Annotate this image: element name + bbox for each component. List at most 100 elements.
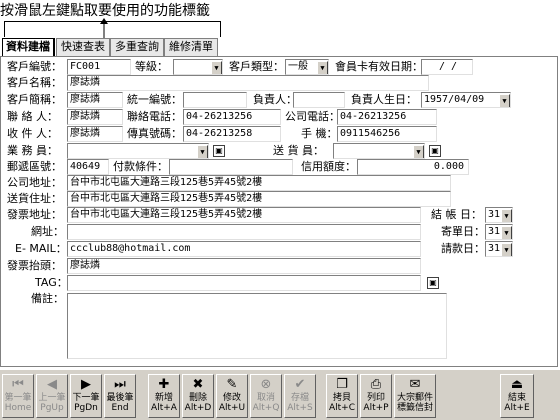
closing-day-value: 31: [488, 209, 501, 220]
chevron-down-icon[interactable]: ▼: [499, 94, 510, 107]
grade-select[interactable]: ▼: [173, 59, 223, 75]
website-label: 網址：: [31, 225, 64, 238]
exit-icon: ⏏: [510, 377, 524, 392]
cancel-icon: ⊗: [260, 377, 272, 392]
short-name-field[interactable]: 廖誌燐: [67, 92, 123, 108]
owner-field[interactable]: [293, 92, 345, 108]
toolbar-button-shortcut: End: [111, 403, 129, 413]
payment-day-value: 31: [488, 243, 501, 254]
sales-select[interactable]: ▼: [67, 143, 209, 159]
payment-terms-field[interactable]: [169, 159, 293, 175]
chevron-down-icon[interactable]: ▼: [197, 145, 208, 158]
toolbar-button-label: 新增: [154, 393, 173, 403]
toolbar-button-cancel[interactable]: ⊗ 取消 Alt+Q: [250, 374, 282, 418]
toolbar-button-first-record[interactable]: ⏮ 第一筆 Home: [2, 374, 34, 418]
receiver-field[interactable]: 廖誌燐: [67, 126, 123, 142]
email-field[interactable]: ccclub88@hotmail.com: [67, 241, 421, 257]
credit-label: 信用額度：: [301, 160, 356, 173]
receiver-label: 收 件 人：: [7, 127, 58, 140]
credit-field[interactable]: 0.000: [357, 159, 469, 175]
customer-id-field[interactable]: FC001: [67, 59, 131, 75]
invoice-title-field[interactable]: 廖誌燐: [67, 258, 421, 274]
toolbar-button-shortcut: 標籤信封: [396, 403, 433, 413]
prev-record-icon: ◀: [47, 377, 57, 392]
toolbar-button-save[interactable]: ✔ 存檔 Alt+S: [284, 374, 316, 418]
grade-label: 等級：: [135, 60, 168, 73]
contact-phone-field[interactable]: 04-26213256: [183, 109, 281, 125]
delivery-addr-field[interactable]: 台中市北屯區大連路三段125巷5弄45號2樓: [67, 191, 451, 207]
toolbar-button-label: 下一筆: [72, 393, 100, 403]
fax-field[interactable]: 04-26213258: [183, 126, 281, 142]
chevron-down-icon[interactable]: ▼: [211, 61, 222, 74]
toolbar-button-shortcut: Alt+D: [184, 403, 212, 413]
company-phone-field[interactable]: 04-26213256: [337, 109, 437, 125]
toolbar-button-last-record[interactable]: ⏭ 最後筆 End: [104, 374, 136, 418]
toolbar-button-shortcut: PgUp: [40, 403, 64, 413]
chevron-down-icon[interactable]: ▼: [317, 61, 328, 74]
delete-icon: ✖: [192, 377, 204, 392]
lookup-icon[interactable]: ▣: [429, 145, 441, 157]
toolbar-button-label: 第一筆: [4, 393, 32, 403]
fax-label: 傳真號碼：: [127, 127, 182, 140]
payment-day-select[interactable]: 31 ▼: [485, 241, 513, 257]
toolbar-button-print[interactable]: ⎙ 列印 Alt+P: [360, 374, 392, 418]
toolbar-button-delete[interactable]: ✖ 刪除 Alt+D: [182, 374, 214, 418]
add-icon: ✚: [158, 377, 170, 392]
tag-field[interactable]: [67, 275, 421, 291]
customer-type-value: 一般: [288, 61, 308, 72]
member-expiry-field[interactable]: / /: [421, 59, 473, 75]
contact-label: 聯 絡 人：: [7, 110, 58, 123]
customer-name-field[interactable]: 廖誌燐: [67, 75, 429, 91]
toolbar-button-exit[interactable]: ⏏ 結束 Alt+E: [500, 374, 534, 418]
tax-id-field[interactable]: [183, 92, 247, 108]
delivery-addr-label: 送貨住址：: [7, 192, 62, 205]
toolbar-button-bulk-mail[interactable]: ✉ 大宗郵件 標籤信封: [394, 374, 436, 418]
tab-data-entry[interactable]: 資料建檔: [2, 38, 55, 56]
billing-day-select[interactable]: 31 ▼: [485, 224, 513, 240]
remarks-label: 備註：: [31, 292, 64, 305]
payment-day-label: 請款日：: [441, 242, 485, 255]
email-label: E- MAIL：: [15, 242, 67, 255]
toolbar-button-label: 取消: [256, 393, 275, 403]
zip-field[interactable]: 40649: [67, 159, 109, 175]
customer-type-select[interactable]: 一般 ▼: [285, 59, 329, 75]
customer-form-panel: 客戶編號： FC001 等級： ▼ 客戶類型： 一般 ▼ 會員卡有效日期： / /…: [0, 56, 558, 367]
toolbar-button-prev-record[interactable]: ◀ 上一筆 PgUp: [36, 374, 68, 418]
toolbar-button-next-record[interactable]: ▶ 下一筆 PgDn: [70, 374, 102, 418]
chevron-down-icon[interactable]: ▼: [501, 209, 512, 222]
mobile-field[interactable]: 0911546256: [337, 126, 437, 142]
website-field[interactable]: [67, 224, 421, 240]
chevron-down-icon[interactable]: ▼: [501, 243, 512, 256]
company-addr-field[interactable]: 台中市北屯區大連路三段125巷5弄45號2樓: [67, 175, 451, 191]
toolbar-button-add[interactable]: ✚ 新增 Alt+A: [148, 374, 180, 418]
billing-day-label: 寄單日：: [441, 225, 485, 238]
payment-terms-label: 付款條件：: [113, 160, 168, 173]
lookup-icon[interactable]: ▣: [213, 145, 225, 157]
zip-label: 郵遞區號：: [7, 160, 62, 173]
toolbar-button-shortcut: Alt+C: [328, 403, 355, 413]
toolbar-button-shortcut: Alt+E: [504, 403, 530, 413]
toolbar-button-shortcut: Alt+U: [218, 403, 246, 413]
tax-id-label: 統一編號：: [127, 93, 182, 106]
short-name-label: 客戶簡稱：: [7, 93, 62, 106]
toolbar-button-copy[interactable]: ❐ 拷貝 Alt+C: [326, 374, 358, 418]
callout-bracket-top: [4, 21, 220, 22]
closing-day-select[interactable]: 31 ▼: [485, 207, 513, 223]
chevron-down-icon[interactable]: ▼: [413, 145, 424, 158]
tab-multi-query[interactable]: 多重查詢: [110, 38, 164, 56]
delivery-select[interactable]: ▼: [333, 143, 425, 159]
toolbar-button-label: 結束: [507, 393, 526, 403]
owner-birthday-select[interactable]: 1957/04/09 ▼: [421, 92, 511, 108]
chevron-down-icon[interactable]: ▼: [501, 226, 512, 239]
toolbar-button-edit[interactable]: ✎ 修改 Alt+U: [216, 374, 248, 418]
tab-quick-lookup[interactable]: 快速查表: [56, 38, 110, 56]
bulk-mail-icon: ✉: [409, 377, 421, 392]
remarks-textarea[interactable]: [67, 293, 447, 359]
lookup-icon[interactable]: ▣: [427, 277, 439, 289]
owner-birthday-value: 1957/04/09: [424, 94, 485, 105]
invoice-addr-field[interactable]: 台中市北屯區大連路三段125巷5弄45號2樓: [67, 207, 421, 223]
tab-repair-list[interactable]: 維修清單: [164, 38, 218, 56]
save-icon: ✔: [294, 377, 306, 392]
copy-icon: ❐: [336, 377, 348, 392]
contact-field[interactable]: 廖誌燐: [67, 109, 123, 125]
